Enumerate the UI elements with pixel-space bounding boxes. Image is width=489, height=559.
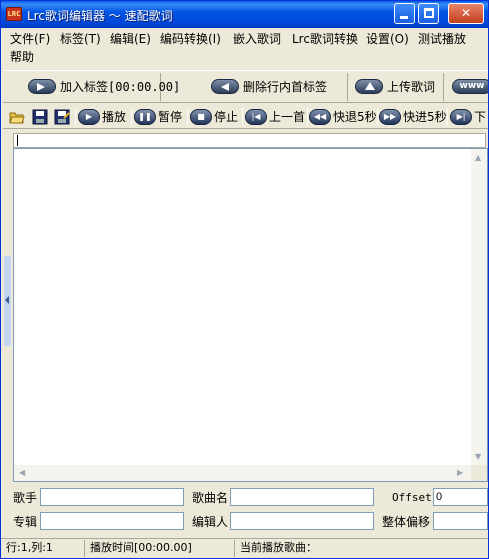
skip-back-icon: |◀ xyxy=(245,108,267,125)
minimize-button[interactable] xyxy=(394,3,415,24)
maximize-icon xyxy=(424,8,434,18)
fast-forward-icon: ▶▶ xyxy=(379,108,401,125)
lyrics-editor[interactable]: ▲ ▼ ◀ ▶ xyxy=(13,148,488,482)
pause-icon: ❚❚ xyxy=(134,108,156,125)
app-window: LRC Lrc歌词编辑器 ～ 速配歌词 ✕ 文件(F) 标签(T) 编辑(E) … xyxy=(0,0,489,559)
cursor-position: 行:1,列:1 xyxy=(1,540,85,557)
menu-file[interactable]: 文件(F) xyxy=(10,30,50,48)
menu-lrc-convert[interactable]: Lrc歌词转换 xyxy=(292,30,358,48)
arrow-left-icon xyxy=(211,79,239,94)
next-track-button[interactable]: ▶| 下 xyxy=(450,107,486,127)
scroll-down-icon[interactable]: ▼ xyxy=(475,452,481,461)
save-icon xyxy=(32,109,48,125)
menu-test-play[interactable]: 测试播放 xyxy=(418,30,466,48)
title-bar[interactable]: LRC Lrc歌词编辑器 ～ 速配歌词 ✕ xyxy=(1,1,488,28)
close-icon: ✕ xyxy=(460,6,472,20)
menu-encoding[interactable]: 编码转换(I) xyxy=(160,30,221,48)
app-logo-icon: LRC xyxy=(6,7,22,21)
menu-embed-lyrics[interactable]: 嵌入歌词 xyxy=(233,30,281,48)
open-button[interactable] xyxy=(9,107,25,127)
maximize-button[interactable] xyxy=(418,3,439,24)
menu-bar: 文件(F) 标签(T) 编辑(E) 编码转换(I) 嵌入歌词 Lrc歌词转换 设… xyxy=(1,28,488,68)
main-toolbar: 加入标签[00:00.00] 删除行内首标签 上传歌词 www xyxy=(3,70,488,103)
arrow-up-icon xyxy=(355,79,383,94)
menu-help[interactable]: 帮助 xyxy=(10,48,34,66)
folder-open-icon xyxy=(9,109,25,125)
play-time: 播放时间[00:00.00] xyxy=(85,540,235,557)
horizontal-scrollbar[interactable]: ◀ ▶ xyxy=(14,465,471,481)
playback-toolbar: ▶ 播放 ❚❚ 暂停 ■ 停止 |◀ 上一首 ◀◀ 快退5秒 ▶▶ 快进5秒 ▶| 下 xyxy=(3,105,488,129)
global-offset-label: 整体偏移 xyxy=(382,515,431,529)
stop-icon: ■ xyxy=(190,108,212,125)
panel-splitter[interactable] xyxy=(4,256,11,346)
offset-input[interactable] xyxy=(433,488,488,506)
offset-label: Offset xyxy=(392,491,432,504)
song-title-label: 歌曲名 xyxy=(192,491,229,505)
play-icon: ▶ xyxy=(78,108,100,125)
current-song: 当前播放歌曲： xyxy=(240,541,317,554)
save-button[interactable] xyxy=(32,107,48,127)
menu-settings[interactable]: 设置(O) xyxy=(366,30,409,48)
ruler-cursor xyxy=(17,135,18,146)
previous-track-button[interactable]: |◀ 上一首 xyxy=(245,107,305,127)
upload-lyrics-button[interactable]: 上传歌词 xyxy=(348,73,444,101)
add-tag-button[interactable]: 加入标签[00:00.00] xyxy=(3,73,180,101)
collapse-arrow-icon xyxy=(5,296,9,304)
rewind-button[interactable]: ◀◀ 快退5秒 xyxy=(309,107,377,127)
global-offset-input[interactable] xyxy=(433,512,488,530)
skip-forward-icon: ▶| xyxy=(450,108,472,125)
stop-button[interactable]: ■ 停止 xyxy=(190,107,238,127)
album-input[interactable] xyxy=(40,512,184,530)
vertical-scrollbar[interactable]: ▲ ▼ xyxy=(471,149,487,465)
song-title-input[interactable] xyxy=(230,488,374,506)
minimize-icon xyxy=(400,16,408,19)
play-button[interactable]: ▶ 播放 xyxy=(78,107,126,127)
arrow-right-icon xyxy=(28,79,56,94)
pause-button[interactable]: ❚❚ 暂停 xyxy=(134,107,182,127)
scroll-right-icon[interactable]: ▶ xyxy=(457,468,463,477)
save-as-button[interactable] xyxy=(54,107,70,127)
save-as-icon xyxy=(54,109,70,125)
website-icon: www xyxy=(452,79,488,94)
scroll-up-icon[interactable]: ▲ xyxy=(475,153,481,162)
menu-tag[interactable]: 标签(T) xyxy=(60,30,101,48)
fast-forward-button[interactable]: ▶▶ 快进5秒 xyxy=(379,107,447,127)
time-ruler xyxy=(13,133,486,148)
delete-tag-button[interactable]: 删除行内首标签 xyxy=(161,73,348,101)
scroll-left-icon[interactable]: ◀ xyxy=(19,468,25,477)
album-label: 专辑 xyxy=(13,515,38,529)
scroll-corner xyxy=(471,465,487,481)
editor-name-input[interactable] xyxy=(230,512,374,530)
editor-name-label: 编辑人 xyxy=(192,515,229,529)
window-title: Lrc歌词编辑器 ～ 速配歌词 xyxy=(27,9,173,23)
close-button[interactable]: ✕ xyxy=(448,3,484,24)
website-button[interactable]: www xyxy=(444,73,488,101)
menu-edit[interactable]: 编辑(E) xyxy=(110,30,151,48)
artist-label: 歌手 xyxy=(13,491,38,505)
rewind-icon: ◀◀ xyxy=(309,108,331,125)
status-bar: 行:1,列:1 播放时间[00:00.00] 当前播放歌曲： xyxy=(1,538,488,558)
artist-input[interactable] xyxy=(40,488,184,506)
